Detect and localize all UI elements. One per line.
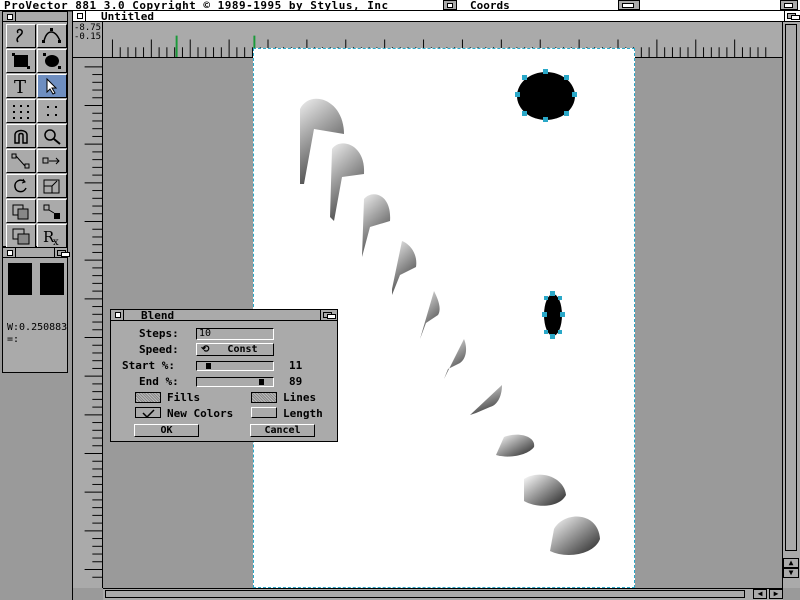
horizontal-scrollbar[interactable]: ◀ ▶ [103, 588, 783, 600]
steps-label: Steps: [139, 327, 179, 340]
node-connect-icon [11, 153, 30, 169]
magnify-icon [44, 129, 61, 145]
scroll-right-icon[interactable]: ▶ [769, 589, 783, 599]
fills-checkbox[interactable] [135, 392, 161, 403]
end-slider-knob[interactable] [259, 379, 264, 385]
cancel-button[interactable]: Cancel [250, 424, 315, 437]
attributes-close-icon[interactable] [4, 248, 16, 257]
horizontal-scroll-knob[interactable] [105, 590, 745, 598]
rx-icon: Rx [43, 228, 59, 245]
attributes-title-bar [3, 248, 70, 258]
width-readout: W:0.250883 [7, 322, 68, 333]
tool-rectangle-button[interactable] [6, 49, 36, 73]
coords-depth-icon[interactable] [618, 0, 640, 10]
layer-stack-icon [12, 228, 30, 245]
grid-dots-icon [13, 105, 29, 119]
lines-checkbox[interactable] [251, 392, 277, 403]
tool-bezier-button[interactable] [37, 24, 67, 48]
blend-dialog-title: Blend [141, 309, 175, 322]
selected-ellipse-top[interactable] [515, 69, 577, 122]
tool-pointer-button[interactable] [37, 74, 67, 98]
attributes-depth-icon[interactable] [54, 248, 70, 257]
new-colors-label: New Colors [167, 407, 234, 420]
toolbox-panel: T Rx [2, 11, 68, 248]
scale-icon [43, 179, 60, 194]
ruler-coord-text: -8.75 -0.15 [74, 23, 102, 42]
line-swatch[interactable] [40, 263, 64, 295]
end-slider[interactable] [196, 377, 274, 387]
steps-input[interactable]: 10 [196, 328, 274, 340]
move-arrow-icon [42, 157, 60, 165]
start-value: 11 [289, 359, 303, 372]
tool-scale-button[interactable] [37, 174, 67, 198]
blend-close-icon[interactable] [112, 310, 124, 320]
document-title-bar: Untitled [73, 10, 800, 23]
text-icon: T [14, 77, 26, 95]
speed-value: Const [227, 344, 258, 355]
ruler-corner-readout: -8.75 -0.15 [73, 22, 103, 58]
fill-swatch[interactable] [8, 263, 32, 295]
screen-depth-icon[interactable] [780, 0, 798, 10]
length-checkbox[interactable] [251, 407, 277, 418]
vertical-scroll-knob[interactable] [785, 24, 797, 551]
scroll-up-icon[interactable]: ▲ [783, 558, 799, 568]
svg-text:T: T [14, 77, 26, 95]
pointer-icon [46, 77, 58, 95]
ok-button[interactable]: OK [134, 424, 199, 437]
freehand-icon [16, 28, 23, 43]
tool-duplicate-button[interactable] [6, 199, 36, 223]
svg-text:x: x [53, 237, 59, 245]
new-colors-checkbox[interactable] [135, 407, 161, 419]
start-slider[interactable] [196, 361, 274, 371]
secondary-readout: =: [7, 334, 20, 345]
document-depth-icon[interactable] [784, 11, 800, 21]
tool-distort-button[interactable] [37, 199, 67, 223]
tool-move-arrow-button[interactable] [37, 149, 67, 173]
lines-label: Lines [283, 391, 317, 404]
length-label: Length [283, 407, 323, 420]
start-slider-knob[interactable] [206, 363, 211, 369]
blend-dialog-title-bar[interactable]: Blend [111, 309, 337, 322]
ellipse-icon [43, 53, 61, 69]
duplicate-icon [12, 204, 29, 220]
vertical-scrollbar[interactable]: ▲ ▼ [782, 22, 800, 588]
toolbox-title-bar [3, 12, 67, 22]
scroll-down-icon[interactable]: ▼ [783, 568, 799, 578]
tool-rx-button[interactable]: Rx [37, 224, 67, 248]
end-value: 89 [289, 375, 303, 388]
tool-grid-dots-button[interactable] [6, 99, 36, 123]
vertical-ruler[interactable] [73, 58, 103, 588]
toolbox-close-icon[interactable] [4, 12, 16, 21]
checkmark-icon [142, 409, 155, 419]
speed-label: Speed: [139, 343, 179, 356]
distort-icon [43, 204, 60, 219]
tool-rotate-button[interactable] [6, 174, 36, 198]
selected-ellipse-small[interactable] [542, 291, 565, 339]
rotate-icon [14, 178, 27, 193]
tool-layer-stack-button[interactable] [6, 224, 36, 248]
tool-text-button[interactable]: T [6, 74, 36, 98]
end-label: End %: [139, 375, 179, 388]
bezier-icon [42, 28, 61, 43]
snap-dots-icon [47, 106, 57, 116]
start-label: Start %: [122, 359, 175, 372]
document-window: Untitled -8.75 -0.15 ▲ ▼ ◀ ▶ [72, 10, 800, 600]
magnet-icon [14, 129, 28, 144]
blend-depth-icon[interactable] [320, 310, 336, 320]
coords-close-icon[interactable] [443, 0, 457, 10]
document-close-icon[interactable] [74, 11, 86, 21]
tool-magnet-button[interactable] [6, 124, 36, 148]
blend-dialog: Blend Steps: 10 Speed: ⟲ Const Start %: … [110, 309, 338, 442]
speed-cycle-button[interactable]: ⟲ Const [196, 343, 274, 356]
fills-label: Fills [167, 391, 201, 404]
tool-node-connect-button[interactable] [6, 149, 36, 173]
attributes-panel: W:0.250883 =: [2, 247, 70, 373]
cycle-icon: ⟲ [201, 344, 210, 355]
tool-magnify-button[interactable] [37, 124, 67, 148]
tool-freehand-button[interactable] [6, 24, 36, 48]
rectangle-icon [12, 53, 30, 69]
tool-ellipse-button[interactable] [37, 49, 67, 73]
scroll-left-icon[interactable]: ◀ [753, 589, 767, 599]
tool-snap-dots-button[interactable] [37, 99, 67, 123]
